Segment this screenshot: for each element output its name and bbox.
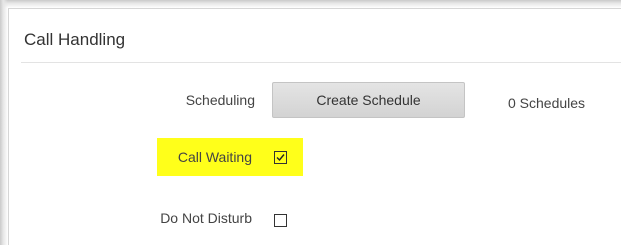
do-not-disturb-checkbox[interactable]	[274, 214, 287, 227]
call-waiting-label: Call Waiting	[177, 149, 252, 165]
screenshot-stage: Call Handling Scheduling Create Schedule…	[0, 0, 621, 245]
section-title: Call Handling	[24, 30, 126, 49]
section-divider	[21, 62, 621, 63]
schedule-count: 0 Schedules	[508, 95, 586, 111]
frame-shadow-top	[0, 0, 621, 8]
frame-shadow-left	[0, 0, 8, 245]
call-waiting-checkbox[interactable]	[274, 151, 287, 164]
checkmark-icon	[276, 154, 285, 162]
call-handling-panel: Call Handling Scheduling Create Schedule…	[8, 8, 621, 245]
scheduling-label: Scheduling	[185, 92, 255, 108]
do-not-disturb-label: Do Not Disturb	[160, 210, 252, 226]
create-schedule-button[interactable]: Create Schedule	[272, 82, 465, 118]
